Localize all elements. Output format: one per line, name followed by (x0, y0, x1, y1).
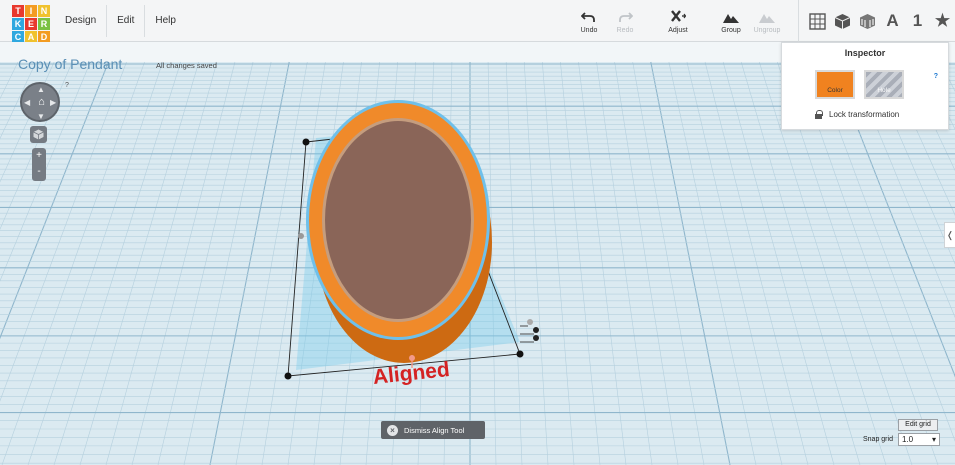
dismiss-align-tool-label: Dismiss Align Tool (404, 425, 465, 435)
group-icon (723, 14, 739, 23)
orbit-control[interactable]: ▲ ▼ ◀ ▶ ⌂ (20, 82, 60, 122)
undo-label: Undo (580, 27, 598, 34)
lock-icon (815, 110, 823, 119)
group-label: Group (721, 27, 741, 34)
hole-swatch-label: Hole (877, 87, 891, 94)
save-status: All changes saved (156, 61, 217, 70)
top-toolbar: TINKERCAD Design Edit Help Undo Redo Adj… (0, 0, 955, 44)
close-icon: × (387, 424, 398, 436)
zoom-control: + - (32, 148, 46, 181)
ungroup-icon (759, 14, 775, 23)
menu-design[interactable]: Design (55, 5, 106, 37)
orbit-up-icon[interactable]: ▲ (37, 85, 45, 94)
snap-grid-select[interactable]: 1.0 (898, 433, 940, 446)
redo-label: Redo (616, 27, 634, 34)
hole-swatch-button[interactable]: Hole (864, 70, 904, 99)
logo-letter: I (25, 5, 37, 17)
logo-letter: K (12, 18, 24, 30)
ungroup-label: Ungroup (753, 27, 781, 34)
adjust-button[interactable]: Adjust (658, 10, 698, 34)
lock-transformation-label: Lock transformation (829, 110, 900, 119)
panel-collapse-chevron-icon[interactable]: ❬ (944, 222, 955, 248)
color-swatch-button[interactable]: Color (815, 70, 855, 99)
text-shape-icon[interactable]: A (880, 10, 905, 32)
redo-button[interactable]: Redo (605, 10, 645, 34)
main-menu: Design Edit Help (55, 5, 186, 37)
redo-icon (619, 12, 633, 22)
ungroup-button[interactable]: Ungroup (747, 10, 787, 34)
home-view-icon[interactable]: ⌂ (35, 96, 48, 108)
color-swatch-label: Color (827, 87, 843, 94)
document-title[interactable]: Copy of Pendant (18, 56, 122, 72)
view-toolbar: A 1 ★ (798, 0, 955, 42)
adjust-icon (671, 10, 686, 22)
view-cube-icon[interactable] (30, 126, 47, 143)
orbit-right-icon[interactable]: ▶ (50, 98, 56, 107)
undo-icon (581, 12, 595, 22)
shape-pattern-icon[interactable] (855, 10, 880, 32)
grid-view-icon[interactable] (805, 10, 830, 32)
zoom-in-button[interactable]: + (32, 148, 46, 164)
undo-button[interactable]: Undo (569, 10, 609, 34)
inspector-help-icon[interactable]: ? (934, 73, 938, 80)
logo-letter: E (25, 18, 37, 30)
tinkercad-logo[interactable]: TINKERCAD (12, 5, 51, 44)
menu-help[interactable]: Help (144, 5, 186, 37)
number-shape-icon[interactable]: 1 (905, 10, 930, 32)
orbit-left-icon[interactable]: ◀ (24, 98, 30, 107)
inspector-title: Inspector (844, 48, 886, 58)
orbit-down-icon[interactable]: ▼ (37, 112, 45, 121)
dismiss-align-tool-button[interactable]: × Dismiss Align Tool (381, 421, 485, 439)
inspector-panel: Inspector ? Color Hole Lock transformati… (781, 42, 949, 130)
logo-letter: T (12, 5, 24, 17)
menu-edit[interactable]: Edit (106, 5, 144, 37)
adjust-label: Adjust (668, 27, 688, 34)
logo-letter: R (38, 18, 50, 30)
group-button[interactable]: Group (711, 10, 751, 34)
logo-letter: N (38, 5, 50, 17)
view-help-icon[interactable]: ? (65, 82, 69, 89)
lock-transformation-toggle[interactable]: Lock transformation (815, 110, 899, 119)
edit-grid-button[interactable]: Edit grid (898, 419, 938, 431)
shape-box-icon[interactable] (830, 10, 855, 32)
zoom-out-button[interactable]: - (32, 164, 46, 180)
snap-grid-label: Snap grid (863, 436, 893, 443)
star-icon[interactable]: ★ (930, 10, 955, 32)
